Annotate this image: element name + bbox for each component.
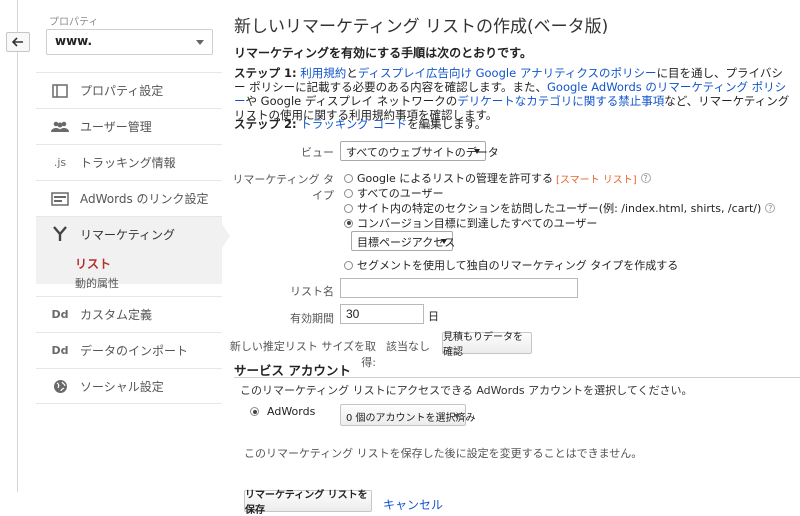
option-label: コンバージョン目標に到達したすべてのユーザー xyxy=(357,217,598,230)
radio-button-selected[interactable] xyxy=(250,407,259,416)
sidebar-item-label: AdWords のリンク設定 xyxy=(80,192,209,206)
help-icon[interactable]: ? xyxy=(765,203,776,213)
sidebar-subitem-list[interactable]: リスト xyxy=(75,255,111,272)
sidebar-item-property-settings[interactable]: プロパティ設定 xyxy=(36,72,222,108)
estimate-value: 該当なし xyxy=(386,340,430,353)
sidebar-item-data-import[interactable]: Dd データのインポート xyxy=(36,332,222,368)
sidebar-item-adwords-link[interactable]: AdWords のリンク設定 xyxy=(36,180,222,216)
type-option-goal-conversion[interactable]: コンバージョン目標に到達したすべてのユーザー xyxy=(344,215,597,231)
back-button[interactable] xyxy=(6,32,30,52)
arrow-left-icon xyxy=(12,37,23,47)
settings-lock-note: このリマーケティング リストを保存した後に設定を変更することはできません。 xyxy=(244,447,643,460)
left-rail xyxy=(17,0,18,492)
sensitive-categories-link[interactable]: デリケートなカテゴリに関する禁止事項 xyxy=(457,94,664,108)
list-name-label: リスト名 xyxy=(290,285,334,298)
dd-icon: Dd xyxy=(51,308,69,321)
duration-input[interactable] xyxy=(340,304,424,324)
dropdown-arrow-icon xyxy=(454,414,460,419)
account-select[interactable]: 0 個のアカウントを選択済み xyxy=(340,404,476,426)
intro-text: リマーケティングを有効にする手順は次のとおりです。 xyxy=(234,46,532,60)
duration-label: 有効期間 xyxy=(290,312,334,325)
type-option-all-users[interactable]: すべてのユーザー xyxy=(344,185,444,201)
remarketing-type-label: リマーケティング タイプ xyxy=(232,173,334,202)
display-ads-policy-link[interactable]: ディスプレイ広告向け Google アナリティクスのポリシー xyxy=(358,66,657,80)
goal-select[interactable]: 目標ページアクセス xyxy=(351,231,455,251)
smart-list-badge: [スマート リスト] xyxy=(555,174,637,186)
type-option-section-visitors[interactable]: サイト内の特定のセクションを訪問したユーザー(例: /index.html, s… xyxy=(344,200,776,216)
estimate-button[interactable]: 見積もりデータを確認 xyxy=(442,332,532,358)
sidebar-item-custom-definitions[interactable]: Dd カスタム定義 xyxy=(36,296,222,332)
type-option-segment[interactable]: セグメントを使用して独自のリマーケティング タイプを作成する xyxy=(344,257,678,273)
duration-unit: 日 xyxy=(428,310,439,323)
users-icon xyxy=(50,119,70,135)
sidebar-item-label: リマーケティング xyxy=(80,228,176,242)
radio-button[interactable] xyxy=(344,173,353,183)
property-value: www. xyxy=(55,34,93,48)
sidebar-subitem-dynamic-attributes[interactable]: 動的属性 xyxy=(75,275,119,291)
step1-text-part: や Google ディスプレイ ネットワークの xyxy=(245,94,458,108)
step1-text-part: と xyxy=(346,66,358,80)
sidebar-item-remarketing[interactable]: リマーケティング xyxy=(36,216,222,284)
step1-text: ステップ 1: 利用規約とディスプレイ広告向け Google アナリティクスのポ… xyxy=(234,66,794,122)
page-title: 新しいリマーケティング リストの作成(ベータ版) xyxy=(234,17,609,37)
sidebar-item-user-management[interactable]: ユーザー管理 xyxy=(36,108,222,144)
radio-button[interactable] xyxy=(344,188,353,198)
adwords-option[interactable]: AdWords xyxy=(250,405,315,418)
tracking-code-link[interactable]: トラッキング コード xyxy=(300,117,407,131)
service-account-description: このリマーケティング リストにアクセスできる AdWords アカウントを選択し… xyxy=(240,384,693,397)
section-divider xyxy=(234,377,800,378)
cancel-link[interactable]: キャンセル xyxy=(383,496,443,513)
globe-icon xyxy=(50,378,70,394)
radio-button-selected[interactable] xyxy=(344,218,353,228)
sidebar-item-label: ソーシャル設定 xyxy=(80,379,164,394)
chevron-down-icon xyxy=(196,40,204,45)
radio-button[interactable] xyxy=(344,203,353,213)
sidebar-item-label: トラッキング情報 xyxy=(80,156,176,170)
js-icon: .js xyxy=(53,156,67,169)
list-name-input[interactable] xyxy=(340,278,578,298)
step2-text-part: を編集します。 xyxy=(407,117,487,131)
step2-text: ステップ 2: トラッキング コードを編集します。 xyxy=(234,116,486,132)
remarketing-icon xyxy=(50,226,70,242)
property-label: プロパティ xyxy=(49,17,99,28)
sidebar-item-label: カスタム定義 xyxy=(80,308,153,322)
selection-pointer xyxy=(222,224,230,248)
type-option-smart-list[interactable]: Google によるリストの管理を許可する [スマート リスト] ? xyxy=(344,170,651,186)
option-label: すべてのユーザー xyxy=(357,187,444,200)
radio-button[interactable] xyxy=(344,260,353,270)
step1-label: ステップ 1: xyxy=(234,66,297,80)
help-icon[interactable]: ? xyxy=(640,173,651,183)
view-label: ビュー xyxy=(301,146,334,159)
sidebar-item-label: データのインポート xyxy=(80,344,189,358)
dropdown-arrow-icon xyxy=(474,149,480,154)
option-label: セグメントを使用して独自のリマーケティング タイプを作成する xyxy=(357,259,679,272)
terms-link[interactable]: 利用規約 xyxy=(300,66,346,80)
adwords-link-icon xyxy=(50,191,70,207)
option-label: Google によるリストの管理を許可する xyxy=(357,172,553,185)
dropdown-arrow-icon xyxy=(441,239,447,244)
sidebar-item-social-settings[interactable]: ソーシャル設定 xyxy=(36,368,222,404)
property-settings-icon xyxy=(50,83,70,99)
sidebar-item-label: プロパティ設定 xyxy=(80,84,164,98)
sidebar-item-tracking-info[interactable]: .js トラッキング情報 xyxy=(36,144,222,180)
step2-label: ステップ 2: xyxy=(234,117,297,131)
property-select[interactable]: www. xyxy=(46,29,213,55)
option-label: サイト内の特定のセクションを訪問したユーザー(例: /index.html, s… xyxy=(357,202,762,215)
view-select[interactable]: すべてのウェブサイトのデータ xyxy=(340,141,499,161)
dd-icon: Dd xyxy=(51,344,69,357)
adwords-label: AdWords xyxy=(267,405,316,418)
sidebar-item-label: ユーザー管理 xyxy=(80,120,152,134)
save-remarketing-list-button[interactable]: リマーケティング リストを保存 xyxy=(244,490,372,516)
